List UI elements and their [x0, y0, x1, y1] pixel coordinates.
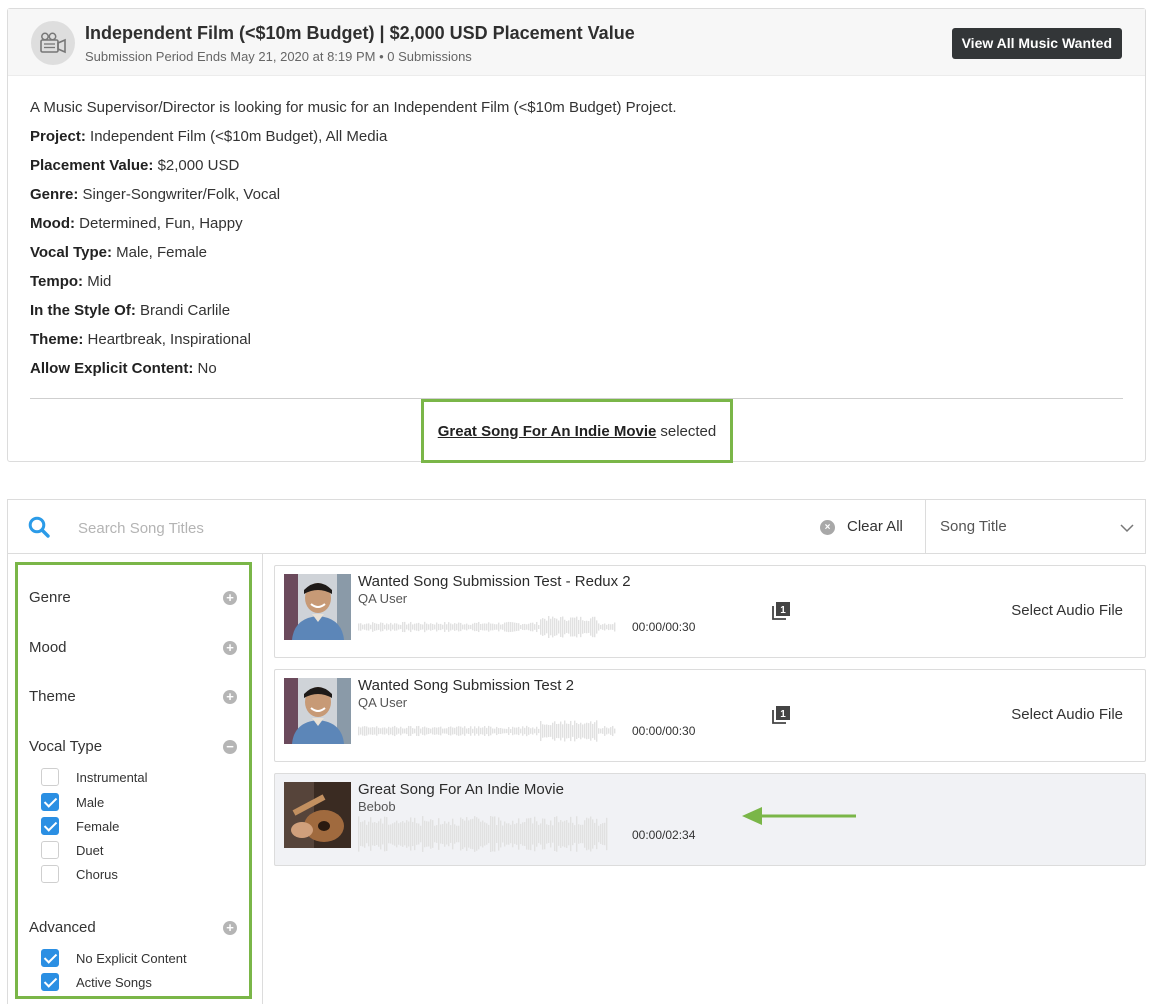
- svg-text:1: 1: [780, 709, 786, 720]
- vocal-option-male[interactable]: Male: [41, 793, 104, 811]
- checkbox-instrumental[interactable]: [41, 768, 59, 786]
- search-bar: × Clear All Song Title: [7, 499, 1146, 554]
- song-title: Great Song For An Indie Movie: [358, 781, 564, 798]
- copy-icon[interactable]: 1: [772, 602, 790, 625]
- checkbox-no-explicit[interactable]: [41, 949, 59, 967]
- detail-style-of: In the Style Of: Brandi Carlile: [30, 302, 231, 319]
- song-artist: QA User: [358, 591, 408, 606]
- sort-select[interactable]: Song Title: [925, 500, 1146, 554]
- song-time: 00:00/00:30: [632, 620, 696, 634]
- expand-advanced-icon[interactable]: +: [223, 921, 237, 935]
- filter-genre-label[interactable]: Genre: [29, 589, 71, 606]
- collapse-vocal-type-icon[interactable]: −: [223, 740, 237, 754]
- song-title: Wanted Song Submission Test - Redux 2: [358, 573, 631, 590]
- filter-theme-label[interactable]: Theme: [29, 688, 76, 705]
- clear-all-button[interactable]: Clear All: [847, 518, 903, 535]
- song-artist: QA User: [358, 695, 408, 710]
- expand-mood-icon[interactable]: +: [223, 641, 237, 655]
- detail-theme: Theme: Heartbreak, Inspirational: [30, 331, 251, 348]
- submission-period: Submission Period Ends May 21, 2020 at 8…: [85, 49, 472, 64]
- song-row[interactable]: Wanted Song Submission Test 2 QA User 00…: [274, 669, 1146, 762]
- advanced-option-active-songs[interactable]: Active Songs: [41, 973, 152, 991]
- detail-explicit-content: Allow Explicit Content: No: [30, 360, 217, 377]
- song-title: Wanted Song Submission Test 2: [358, 677, 574, 694]
- expand-genre-icon[interactable]: +: [223, 591, 237, 605]
- song-artist: Bebob: [358, 799, 396, 814]
- vocal-option-chorus[interactable]: Chorus: [41, 865, 118, 883]
- music-wanted-card: Independent Film (<$10m Budget) | $2,000…: [7, 8, 1146, 463]
- arrow-left-icon: [742, 807, 856, 825]
- filter-vocal-type-label[interactable]: Vocal Type: [29, 738, 102, 755]
- vocal-option-instrumental[interactable]: Instrumental: [41, 768, 148, 786]
- expand-theme-icon[interactable]: +: [223, 690, 237, 704]
- filters-panel: Genre + Mood + Theme + Vocal Type − Inst…: [15, 562, 252, 999]
- svg-text:1: 1: [780, 605, 786, 616]
- detail-placement-value: Placement Value: $2,000 USD: [30, 157, 240, 174]
- checkbox-duet[interactable]: [41, 841, 59, 859]
- sort-selected-value: Song Title: [940, 518, 1007, 535]
- clear-icon[interactable]: ×: [820, 520, 835, 535]
- select-audio-file-button[interactable]: Select Audio File: [1011, 706, 1123, 723]
- waveform[interactable]: [358, 816, 618, 852]
- checkbox-female[interactable]: [41, 817, 59, 835]
- filter-mood-label[interactable]: Mood: [29, 639, 67, 656]
- checkbox-male[interactable]: [41, 793, 59, 811]
- request-description: A Music Supervisor/Director is looking f…: [30, 99, 677, 116]
- advanced-option-no-explicit[interactable]: No Explicit Content: [41, 949, 187, 967]
- song-artwork: [284, 782, 351, 848]
- detail-tempo: Tempo: Mid: [30, 273, 112, 290]
- detail-genre: Genre: Singer-Songwriter/Folk, Vocal: [30, 186, 281, 203]
- sidebar-divider: [262, 553, 263, 1004]
- song-row[interactable]: Wanted Song Submission Test - Redux 2 QA…: [274, 565, 1146, 658]
- selected-label: selected: [660, 422, 717, 440]
- checkbox-active-songs[interactable]: [41, 973, 59, 991]
- filter-advanced-label[interactable]: Advanced: [29, 919, 96, 936]
- select-audio-file-button[interactable]: Select Audio File: [1011, 602, 1123, 619]
- selected-song-link[interactable]: Great Song For An Indie Movie: [438, 423, 657, 440]
- song-artwork: [284, 574, 351, 640]
- vocal-option-duet[interactable]: Duet: [41, 841, 103, 859]
- song-time: 00:00/02:34: [632, 828, 696, 842]
- detail-project: Project: Independent Film (<$10m Budget)…: [30, 128, 388, 145]
- waveform[interactable]: [358, 614, 618, 640]
- checkbox-chorus[interactable]: [41, 865, 59, 883]
- card-header: Independent Film (<$10m Budget) | $2,000…: [8, 9, 1145, 76]
- view-all-music-wanted-button[interactable]: View All Music Wanted: [951, 28, 1122, 59]
- song-time: 00:00/00:30: [632, 724, 696, 738]
- selected-song-indicator: Great Song For An Indie Movie selected: [421, 399, 733, 463]
- detail-vocal-type: Vocal Type: Male, Female: [30, 244, 208, 261]
- film-camera-icon: [31, 21, 75, 65]
- copy-icon[interactable]: 1: [772, 706, 790, 729]
- page-title: Independent Film (<$10m Budget) | $2,000…: [85, 23, 635, 43]
- song-artwork: [284, 678, 351, 744]
- chevron-down-icon: [1120, 520, 1134, 538]
- song-row-selected[interactable]: Great Song For An Indie Movie Bebob 00:0…: [274, 773, 1146, 866]
- search-input[interactable]: [78, 514, 638, 542]
- detail-mood: Mood: Determined, Fun, Happy: [30, 215, 243, 232]
- waveform[interactable]: [358, 718, 618, 744]
- search-icon: [28, 516, 50, 543]
- vocal-option-female[interactable]: Female: [41, 817, 119, 835]
